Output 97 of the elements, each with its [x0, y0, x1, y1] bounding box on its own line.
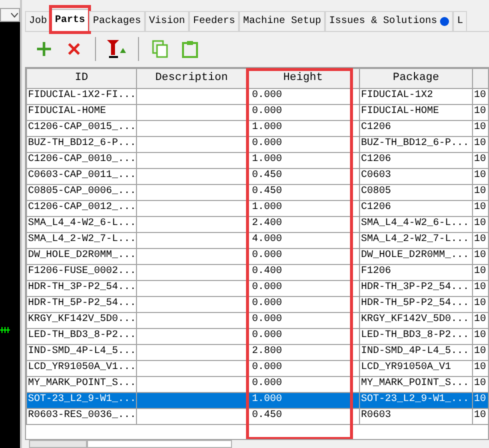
table-cell: 0.000: [246, 376, 360, 392]
tab[interactable]: Issues & Solutions: [325, 11, 454, 31]
table-cell: SOT-23_L2_9-W1_...: [26, 392, 136, 408]
column-header[interactable]: Description: [136, 68, 246, 88]
table-cell: SOT-23_L2_9-W1_...: [360, 392, 472, 408]
table-cell: LED-TH_BD3_8-P2...: [26, 328, 136, 344]
table-cell: R0603: [360, 408, 472, 424]
table-cell: HDR-TH_5P-P2_54...: [26, 296, 136, 312]
tab[interactable]: Machine Setup: [239, 11, 326, 31]
canvas-marker-icon: [0, 327, 10, 333]
column-header[interactable]: Package: [360, 68, 472, 88]
table-cell: R0603-RES_0036_...: [26, 408, 136, 424]
table-cell: 0.000: [246, 360, 360, 376]
table-cell: 1.000: [246, 392, 360, 408]
table-cell: 0.000: [246, 312, 360, 328]
table-cell: 0.000: [246, 248, 360, 264]
tab[interactable]: Job: [25, 11, 52, 31]
table-cell: HDR-TH_5P-P2_54...: [360, 296, 472, 312]
table-cell: 1.000: [246, 152, 360, 168]
table-cell: SMA_L4_2-W2_7-L...: [360, 232, 472, 248]
table-cell: F1206-FUSE_0002...: [26, 264, 136, 280]
table-cell: 10: [472, 376, 488, 392]
table-cell: KRGY_KF142V_5D0...: [360, 312, 472, 328]
table-cell: 0.000: [246, 136, 360, 152]
table-cell: 1.000: [246, 200, 360, 216]
table-cell: 0.000: [246, 104, 360, 120]
table-cell: C0603: [360, 168, 472, 184]
table-cell: 2.800: [246, 344, 360, 360]
table-cell: 10: [472, 104, 488, 120]
table-cell: FIDUCIAL-HOME: [360, 104, 472, 120]
tab[interactable]: Vision: [145, 11, 190, 31]
table-cell: 4.000: [246, 232, 360, 248]
table-cell: 10: [472, 200, 488, 216]
table-cell: 10: [472, 392, 488, 408]
table-cell: LCD_YR91050A_V1: [360, 360, 472, 376]
table-cell: IND-SMD_4P-L4_5...: [360, 344, 472, 360]
table-cell: FIDUCIAL-HOME: [26, 104, 136, 120]
table-cell: C1206-CAP_0015_...: [26, 120, 136, 136]
table-cell: LCD_YR91050A_V1...: [26, 360, 136, 376]
table-cell: 10: [472, 344, 488, 360]
table-cell: 10: [472, 120, 488, 136]
table-cell: HDR-TH_3P-P2_54...: [26, 280, 136, 296]
table-cell: MY_MARK_POINT_S...: [26, 376, 136, 392]
table-cell: 10: [472, 216, 488, 232]
table-cell: C1206: [360, 152, 472, 168]
column-header[interactable]: ID: [26, 68, 136, 88]
table-cell: C1206-CAP_0012_...: [26, 200, 136, 216]
table-cell: 0.000: [246, 280, 360, 296]
table-cell: DW_HOLE_D2R0MM_...: [26, 248, 136, 264]
table-cell: 10: [472, 152, 488, 168]
table-cell: KRGY_KF142V_5D0...: [26, 312, 136, 328]
table-cell: 10: [472, 184, 488, 200]
table-cell: 10: [472, 328, 488, 344]
table-cell: BUZ-TH_BD12_6-P...: [26, 136, 136, 152]
table-cell: FIDUCIAL-1X2: [360, 88, 472, 104]
table-cell: 10: [472, 136, 488, 152]
table-cell: 10: [472, 296, 488, 312]
table-cell: 10: [472, 232, 488, 248]
table-cell: 0.450: [246, 184, 360, 200]
table-cell: HDR-TH_3P-P2_54...: [360, 280, 472, 296]
table-cell: SMA_L4_4-W2_6-L...: [26, 216, 136, 232]
table-cell: C1206: [360, 120, 472, 136]
table-cell: 10: [472, 360, 488, 376]
table-cell: 0.450: [246, 408, 360, 424]
table-cell: FIDUCIAL-1X2-FI...: [26, 88, 136, 104]
bottom-tab[interactable]: [87, 440, 232, 448]
table-cell: 10: [472, 248, 488, 264]
table-cell: 0.000: [246, 328, 360, 344]
table-cell: 0.000: [246, 88, 360, 104]
table-cell: IND-SMD_4P-L4_5...: [26, 344, 136, 360]
table-cell: 2.400: [246, 216, 360, 232]
table-cell: C0805: [360, 184, 472, 200]
table-cell: C0805-CAP_0006_...: [26, 184, 136, 200]
table-cell: SMA_L4_2-W2_7-L...: [26, 232, 136, 248]
table-cell: 0.000: [246, 296, 360, 312]
table-cell: F1206: [360, 264, 472, 280]
table-cell: C1206-CAP_0010_...: [26, 152, 136, 168]
table-cell: 10: [472, 264, 488, 280]
table-cell: C0603-CAP_0011_...: [26, 168, 136, 184]
tab[interactable]: Feeders: [189, 11, 240, 31]
table-cell: 10: [472, 168, 488, 184]
table-cell: 0.450: [246, 168, 360, 184]
tab[interactable]: Packages: [89, 11, 146, 31]
table-cell: 1.000: [246, 120, 360, 136]
tab[interactable]: L: [453, 11, 468, 31]
table-cell: 0.400: [246, 264, 360, 280]
table-cell: BUZ-TH_BD12_6-P...: [360, 136, 472, 152]
table-cell: 10: [472, 312, 488, 328]
table-cell: 10: [472, 88, 488, 104]
table-cell: MY_MARK_POINT_S...: [360, 376, 472, 392]
table-cell: 10: [472, 280, 488, 296]
table-cell: 10: [472, 408, 488, 424]
table-cell: C1206: [360, 200, 472, 216]
table-cell: SMA_L4_4-W2_6-L...: [360, 216, 472, 232]
table-cell: DW_HOLE_D2R0MM_...: [360, 248, 472, 264]
table-cell: LED-TH_BD3_8-P2...: [360, 328, 472, 344]
bottom-tab[interactable]: [29, 440, 87, 448]
